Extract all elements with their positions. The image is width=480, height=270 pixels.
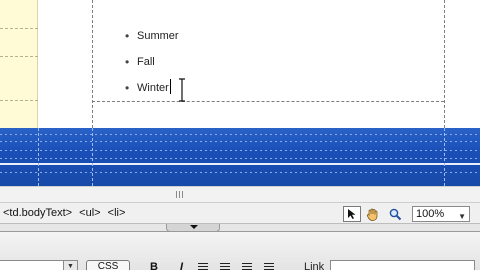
text-caret xyxy=(169,79,171,94)
css-button[interactable]: CSS xyxy=(86,260,130,270)
zoom-select[interactable]: 100% ▼ xyxy=(412,206,470,222)
bullet: • xyxy=(125,55,130,69)
chevron-down-icon: ▼ xyxy=(458,212,466,221)
magnifier-icon xyxy=(389,208,401,220)
table-border xyxy=(92,0,93,128)
band-separator xyxy=(0,163,480,165)
link-label: Link xyxy=(304,261,325,270)
horizontal-scrollbar[interactable] xyxy=(0,186,480,202)
bullet: • xyxy=(125,29,130,43)
tag-li[interactable]: <li> xyxy=(108,207,126,219)
tag-td[interactable]: <td.bodyText> xyxy=(3,207,72,219)
select-tool-button[interactable] xyxy=(343,206,361,222)
tag-ul[interactable]: <ul> xyxy=(79,207,100,219)
status-bar: <td.bodyText> <ul> <li> 100% ▼ xyxy=(0,202,480,224)
list-item-text[interactable]: Fall xyxy=(137,56,155,68)
hand-icon xyxy=(366,208,378,221)
italic-button[interactable]: I xyxy=(180,261,183,270)
band-dots xyxy=(0,150,480,151)
design-view[interactable]: • Summer • Fall • Winter xyxy=(0,0,480,186)
cell-border xyxy=(0,28,38,29)
bold-button[interactable]: B xyxy=(150,261,158,270)
collapse-panel-button[interactable] xyxy=(166,224,220,232)
band-border xyxy=(38,128,39,186)
align-left-icon[interactable] xyxy=(198,263,208,270)
list-item[interactable]: • Fall xyxy=(125,53,179,79)
scroll-grip[interactable] xyxy=(176,191,184,198)
band-dots xyxy=(0,172,480,173)
format-select[interactable]: ▼ xyxy=(0,260,78,270)
tag-selector: <td.bodyText> <ul> <li> xyxy=(3,207,129,219)
list-item-text[interactable]: Summer xyxy=(137,30,179,42)
list-item[interactable]: • Summer xyxy=(125,27,179,53)
collapse-arrow-icon xyxy=(190,225,198,229)
table-cell-left[interactable] xyxy=(0,0,38,128)
pointer-icon xyxy=(348,209,356,219)
ibeam-cursor-icon xyxy=(179,78,185,102)
properties-panel: ▼ CSS B I Link xyxy=(0,232,480,270)
list-item[interactable]: • Winter xyxy=(125,79,179,105)
panel-divider xyxy=(0,224,480,232)
chevron-down-icon: ▼ xyxy=(63,261,77,270)
band-dots xyxy=(0,134,480,135)
hand-tool-button[interactable] xyxy=(364,206,382,222)
align-right-icon[interactable] xyxy=(242,263,252,270)
cell-border xyxy=(0,100,38,101)
table-border xyxy=(444,0,445,128)
band-border xyxy=(444,128,445,186)
season-list[interactable]: • Summer • Fall • Winter xyxy=(125,27,179,105)
band-dots xyxy=(0,141,480,142)
band-dots xyxy=(0,158,480,159)
zoom-tool-button[interactable] xyxy=(386,206,404,222)
align-justify-icon[interactable] xyxy=(264,263,274,270)
align-center-icon[interactable] xyxy=(220,263,230,270)
band-border xyxy=(92,128,93,186)
cell-border xyxy=(0,56,38,57)
zoom-value: 100% xyxy=(416,208,445,220)
bullet: • xyxy=(125,81,130,95)
list-item-text[interactable]: Winter xyxy=(137,82,169,94)
table-band[interactable] xyxy=(0,128,480,186)
link-input[interactable] xyxy=(330,260,475,270)
